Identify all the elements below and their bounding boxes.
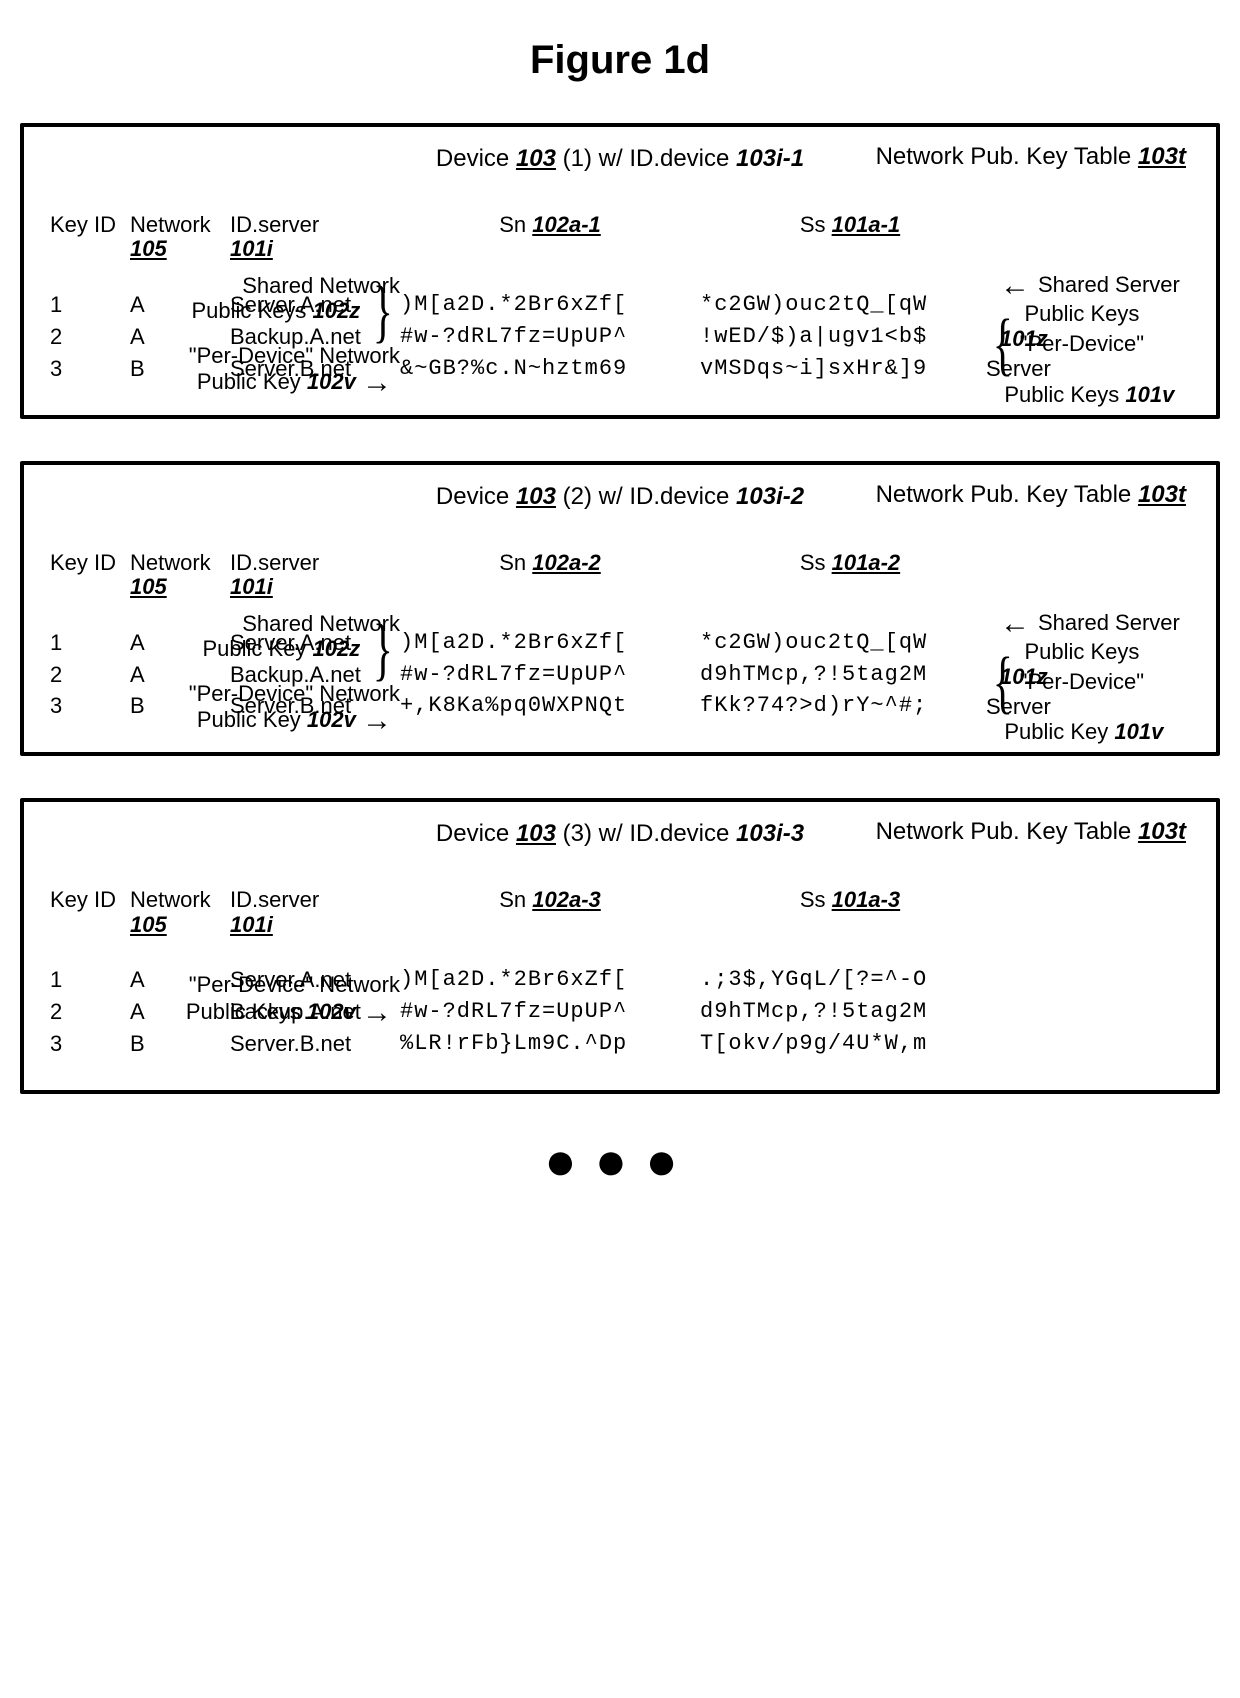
idserver-cell: Server.B.net: [230, 1028, 400, 1060]
network-cell: B: [130, 1028, 230, 1060]
per-device-server-pk-annotation: }"Per-Device" Server Public Key 101v: [986, 669, 1190, 745]
ss-key-cell: !wED/$)a|ugv1<b$: [700, 321, 1000, 353]
per-device-network-pk-annotation: "Per-Device" NetworkPublic Key 102v →: [160, 343, 400, 398]
ss-key-cell: *c2GW)ouc2tQ_[qW: [700, 289, 1000, 321]
sn-key-cell: #w-?dRL7fz=UpUP^: [400, 996, 700, 1028]
key-id-cell: 3: [50, 690, 130, 722]
continuation-ellipsis: ●●●: [20, 1130, 1220, 1192]
key-id-cell: 1: [50, 289, 130, 321]
key-id-cell: 1: [50, 964, 130, 996]
ss-key-cell: d9hTMcp,?!5tag2M: [700, 659, 1000, 691]
network-pub-key-table-label: Network Pub. Key Table 103t: [876, 481, 1186, 509]
key-id-cell: 1: [50, 627, 130, 659]
ss-key-cell: T[okv/p9g/4U*W,m: [700, 1028, 1000, 1060]
sn-key-cell: %LR!rFb}Lm9C.^Dp: [400, 1028, 700, 1060]
key-id-cell: 2: [50, 321, 130, 353]
sn-key-cell: )M[a2D.*2Br6xZf[: [400, 289, 700, 321]
network-pub-key-table-label: Network Pub. Key Table 103t: [876, 818, 1186, 846]
key-table-panel: Network Pub. Key Table 103tDevice 103 (3…: [20, 798, 1220, 1094]
key-id-cell: 3: [50, 1028, 130, 1060]
sn-key-cell: +,K8Ka%pq0WXPNQt: [400, 690, 700, 722]
ss-key-cell: *c2GW)ouc2tQ_[qW: [700, 627, 1000, 659]
per-device-network-pk-annotation: "Per-Device" NetworkPublic Keys 102v →: [160, 972, 400, 1027]
ss-key-cell: d9hTMcp,?!5tag2M: [700, 996, 1000, 1028]
ss-key-cell: vMSDqs~i]sxHr&]9: [700, 353, 1000, 385]
key-id-cell: 2: [50, 659, 130, 691]
sn-key-cell: )M[a2D.*2Br6xZf[: [400, 627, 700, 659]
sn-key-cell: )M[a2D.*2Br6xZf[: [400, 964, 700, 996]
key-table-panel: Network Pub. Key Table 103tDevice 103 (1…: [20, 123, 1220, 419]
key-table-panel: Network Pub. Key Table 103tDevice 103 (2…: [20, 461, 1220, 757]
key-id-cell: 2: [50, 996, 130, 1028]
ss-key-cell: .;3$,YGqL/[?=^-O: [700, 964, 1000, 996]
shared-network-pk-annotation: Shared NetworkPublic Keys 102z }: [160, 273, 400, 324]
sn-key-cell: #w-?dRL7fz=UpUP^: [400, 321, 700, 353]
sn-key-cell: #w-?dRL7fz=UpUP^: [400, 659, 700, 691]
key-id-cell: 3: [50, 353, 130, 385]
shared-network-pk-annotation: Shared NetworkPublic Key 102z }: [160, 611, 400, 662]
figure-title: Figure 1d: [20, 38, 1220, 83]
per-device-network-pk-annotation: "Per-Device" NetworkPublic Key 102v →: [160, 681, 400, 736]
per-device-server-pk-annotation: }"Per-Device" Server Public Keys 101v: [986, 331, 1190, 407]
ss-key-cell: fKk?74?>d)rY~^#;: [700, 690, 1000, 722]
sn-key-cell: &~GB?%c.N~hztm69: [400, 353, 700, 385]
network-pub-key-table-label: Network Pub. Key Table 103t: [876, 143, 1186, 171]
